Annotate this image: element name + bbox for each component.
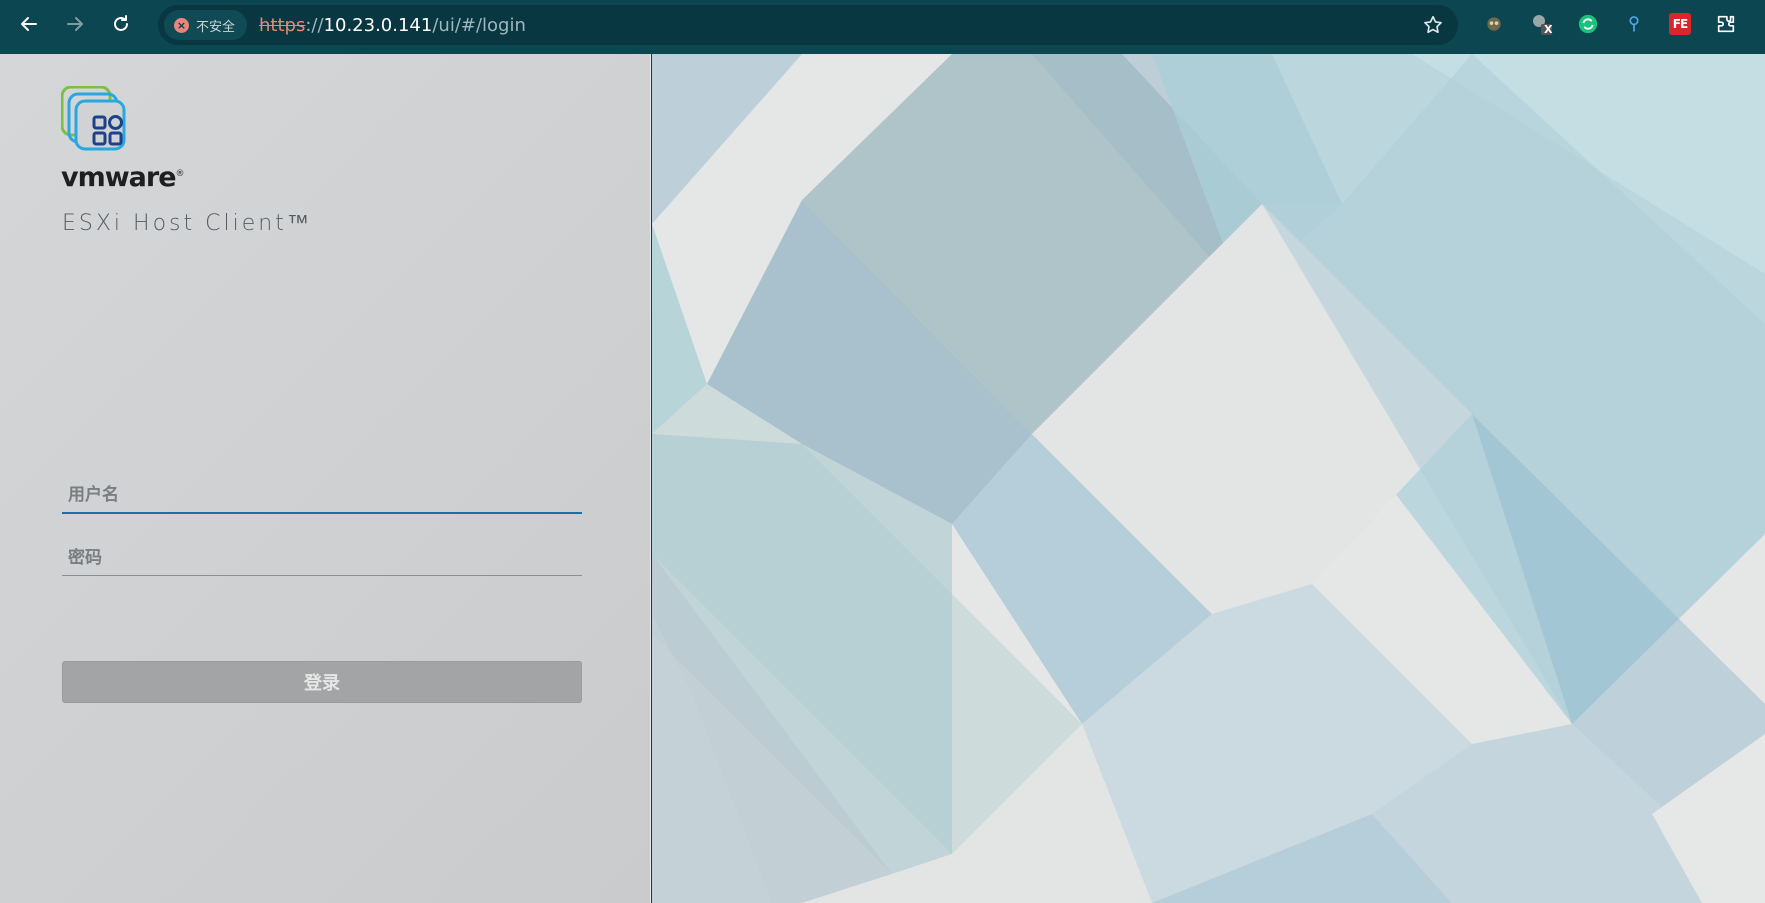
fe-extension[interactable]: FE [1668,12,1692,36]
security-indicator[interactable]: × 不安全 [164,10,248,40]
owl-extension[interactable] [1482,12,1506,36]
owl-icon [1487,17,1501,31]
pin-extension[interactable] [1622,12,1646,36]
url-text[interactable]: https://10.23.0.141/ui/#/login [259,15,526,36]
decorative-background [652,54,1765,903]
pin-icon [1629,16,1639,32]
reload-icon [114,15,128,31]
puzzle-x-badge: X [1544,23,1553,36]
puzzle-x-extension[interactable]: X [1530,12,1554,36]
forward-button[interactable] [60,9,90,39]
address-bar[interactable]: × 不安全 https://10.23.0.141/ui/#/login [158,5,1458,45]
extensions-icon [1717,15,1735,33]
geometric-pattern [652,54,1765,903]
green-sync-extension[interactable] [1576,12,1600,36]
extensions-menu-button[interactable] [1714,12,1738,36]
product-title: ESXi Host Client™ [62,211,312,236]
arrow-left-icon [21,17,37,31]
bookmark-star-icon[interactable] [1422,14,1444,36]
login-page: vmware® ESXi Host Client™ 登录 [0,54,1765,903]
vmware-product-logo-icon [61,86,126,151]
login-button[interactable]: 登录 [62,661,582,703]
security-label: 不安全 [196,19,236,35]
brand-ware: ware [104,162,177,193]
vmware-wordmark: vmware® [61,162,185,193]
password-input[interactable] [62,540,582,576]
url-host: 10.23.0.141 [323,14,433,36]
not-secure-icon: × [174,17,189,33]
username-input[interactable] [62,478,582,514]
url-scheme: https [259,14,306,36]
arrow-right-icon [67,17,83,31]
reload-button[interactable] [106,9,136,39]
fe-icon: FE [1669,13,1691,35]
browser-toolbar: × 不安全 https://10.23.0.141/ui/#/login X F… [0,0,1765,54]
url-separator: :// [305,14,324,36]
green-sync-icon [1578,14,1598,34]
back-button[interactable] [14,9,44,39]
url-path: /ui/#/login [432,14,526,36]
login-panel: vmware® ESXi Host Client™ 登录 [0,54,651,903]
brand-vm: vm [61,162,106,193]
brand-registered: ® [175,169,185,179]
